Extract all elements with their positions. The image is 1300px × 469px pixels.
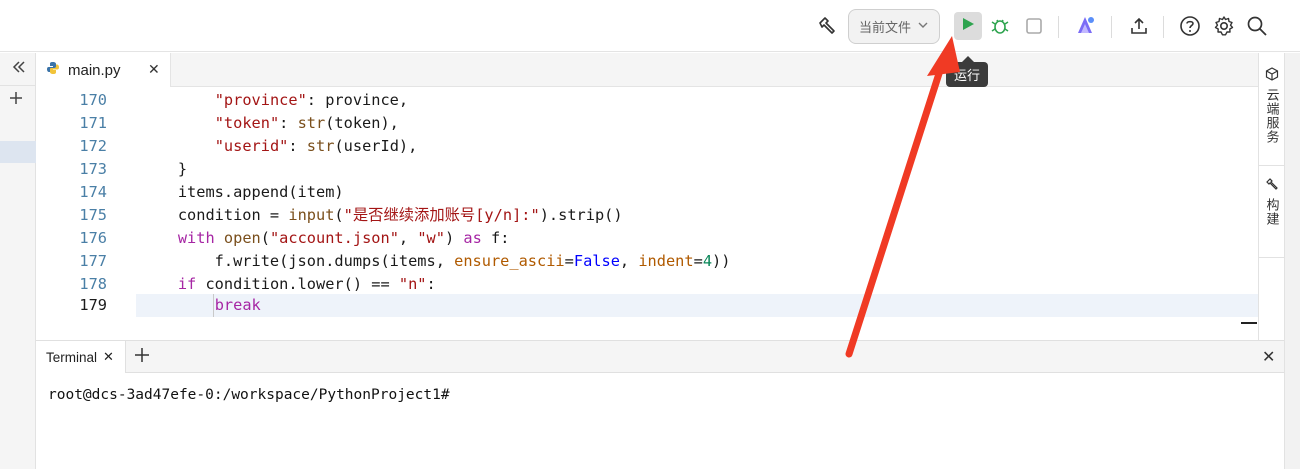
run-play-icon xyxy=(960,16,976,37)
code-line-active: break xyxy=(214,296,261,314)
stop-square-icon[interactable] xyxy=(1020,12,1048,40)
run-scope-select[interactable]: 当前文件 xyxy=(848,9,940,44)
search-icon[interactable] xyxy=(1243,12,1271,40)
line-number: 170 xyxy=(79,91,107,109)
sidebar-item-build[interactable]: 构建 xyxy=(1259,177,1285,226)
line-number: 173 xyxy=(79,160,107,178)
code-line: "token": str(token), xyxy=(214,114,399,132)
debug-bug-icon[interactable] xyxy=(986,12,1014,40)
right-sidebar: 云端服务 构建 xyxy=(1258,53,1285,340)
terminal-prompt: root@dcs-3ad47efe-0:/workspace/PythonPro… xyxy=(48,387,450,403)
tab-terminal[interactable]: Terminal ✕ xyxy=(36,341,126,373)
run-tooltip: 运行 xyxy=(946,56,988,87)
line-number: 178 xyxy=(79,275,107,293)
line-number: 176 xyxy=(79,229,107,247)
add-terminal-icon[interactable] xyxy=(134,345,150,367)
tab-label: Terminal xyxy=(46,349,98,365)
run-button[interactable] xyxy=(954,12,982,40)
python-icon xyxy=(46,61,60,80)
line-number: 177 xyxy=(79,252,107,270)
line-number: 171 xyxy=(79,114,107,132)
code-editor[interactable]: 170 171 172 173 174 175 176 177 178 179 … xyxy=(36,87,1258,340)
code-line: f.write(json.dumps(items, ensure_ascii=F… xyxy=(141,252,731,270)
tab-main-py[interactable]: main.py ✕ xyxy=(36,53,171,87)
ai-assistant-icon[interactable] xyxy=(1071,12,1099,40)
line-number: 172 xyxy=(79,137,107,155)
code-line: if condition.lower() == "n": xyxy=(177,275,436,293)
settings-icon[interactable] xyxy=(1210,12,1238,40)
divider xyxy=(1259,257,1285,258)
active-item-highlight[interactable] xyxy=(0,141,36,163)
code-line: with open("account.json", "w") as f: xyxy=(177,229,510,247)
run-scope-label: 当前文件 xyxy=(859,20,912,35)
sidebar-item-cloud-service[interactable]: 云端服务 xyxy=(1259,67,1285,144)
cube-icon xyxy=(1265,67,1279,84)
chevron-down-icon xyxy=(917,19,929,34)
line-number: 174 xyxy=(79,183,107,201)
code-line: condition = input("是否继续添加账号[y/n]:").stri… xyxy=(141,206,623,224)
line-number: 175 xyxy=(79,206,107,224)
line-number-gutter: 170 171 172 173 174 175 176 177 178 179 xyxy=(36,87,136,340)
tab-label: main.py xyxy=(68,61,121,79)
add-icon[interactable] xyxy=(6,89,26,111)
code-line: } xyxy=(141,160,188,178)
toolbar-divider xyxy=(1163,16,1164,38)
collapse-panel-icon[interactable] xyxy=(10,58,30,78)
sidebar-item-label: 构建 xyxy=(1264,198,1280,226)
terminal-tab-bar: Terminal ✕ ✕ xyxy=(36,340,1284,373)
terminal-output[interactable]: root@dcs-3ad47efe-0:/workspace/PythonPro… xyxy=(36,373,1284,469)
divider xyxy=(0,85,36,86)
left-activity-strip xyxy=(0,53,36,469)
help-icon[interactable] xyxy=(1176,12,1204,40)
toolbar-divider xyxy=(1058,16,1059,38)
divider xyxy=(1259,165,1285,166)
code-line: items.append(item) xyxy=(141,183,344,201)
close-panel-icon[interactable]: ✕ xyxy=(1262,347,1275,367)
code-line: "province": province, xyxy=(214,91,409,109)
toolbar-divider xyxy=(1111,16,1112,38)
hammer-icon xyxy=(1265,177,1279,194)
window-edge-scrollbar[interactable] xyxy=(1284,53,1300,469)
line-number-active: 179 xyxy=(79,296,107,314)
upload-icon[interactable] xyxy=(1125,12,1153,40)
editor-tab-bar: main.py ✕ xyxy=(36,53,1258,87)
build-hammer-icon[interactable] xyxy=(813,12,841,40)
scroll-position-marker xyxy=(1241,322,1257,324)
close-icon[interactable]: ✕ xyxy=(148,61,160,78)
code-line: "userid": str(userId), xyxy=(214,137,418,155)
sidebar-item-label: 云端服务 xyxy=(1264,88,1280,144)
top-toolbar: 当前文件 xyxy=(0,0,1300,52)
close-icon[interactable]: ✕ xyxy=(103,349,114,365)
